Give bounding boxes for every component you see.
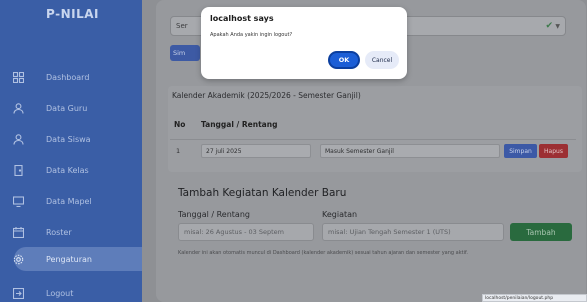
calendar-note: Kalender ini akan otomatis muncul di Das… (178, 250, 468, 256)
date-input[interactable]: misal: 26 Agustus - 03 Septem (178, 223, 314, 241)
dialog-title: localhost says (210, 14, 274, 23)
sidebar-item-logout[interactable]: Logout (0, 281, 142, 302)
add-event-button[interactable]: Tambah (510, 223, 572, 241)
row-save-button[interactable]: Simpan (504, 144, 537, 158)
activity-label: Kegiatan (322, 210, 358, 219)
monitor-icon (12, 195, 24, 207)
row-activity-input[interactable]: Masuk Semester Ganjil (320, 144, 500, 158)
sidebar-item-label: Pengaturan (46, 254, 92, 264)
sidebar: P-NILAI Dashboard Data Guru Data Siswa D… (0, 0, 142, 302)
calendar-icon (12, 226, 24, 238)
ok-button[interactable]: OK (328, 51, 360, 69)
save-settings-button[interactable]: Sim (170, 45, 200, 61)
chevron-down-icon: ▼ (555, 22, 560, 30)
user-icon (12, 102, 24, 114)
gear-icon (12, 253, 24, 265)
sidebar-item-pengaturan[interactable]: Pengaturan (12, 247, 142, 271)
row-delete-button[interactable]: Hapus (539, 144, 568, 158)
date-label: Tanggal / Rentang (178, 210, 250, 219)
dialog-message: Apakah Anda yakin ingin logout? (210, 32, 293, 38)
brand-logo: P-NILAI (46, 7, 99, 21)
sidebar-item-data-guru[interactable]: Data Guru (0, 96, 142, 120)
table-row: 1 27 juli 2025 Masuk Semester Ganjil Sim… (170, 139, 576, 161)
sidebar-item-label: Data Mapel (46, 196, 92, 206)
row-number: 1 (176, 147, 181, 155)
dashboard-icon (12, 71, 24, 83)
sidebar-item-dashboard[interactable]: Dashboard (0, 65, 142, 89)
sidebar-item-data-kelas[interactable]: Data Kelas (0, 158, 142, 182)
activity-input[interactable]: misal: Ujian Tengah Semester 1 (UTS) (322, 223, 504, 241)
confirm-dialog: localhost says Apakah Anda yakin ingin l… (201, 7, 407, 79)
check-icon: ✔ (545, 21, 553, 31)
row-date-input[interactable]: 27 juli 2025 (201, 144, 311, 158)
user-icon (12, 133, 24, 145)
sidebar-item-label: Dashboard (46, 72, 90, 82)
sidebar-item-roster[interactable]: Roster (0, 220, 142, 244)
door-icon (12, 164, 24, 176)
logout-icon (12, 287, 24, 299)
calendar-title: Kalender Akademik (2025/2026 - Semester … (172, 91, 361, 100)
calendar-panel: Kalender Akademik (2025/2026 - Semester … (168, 86, 582, 172)
sidebar-item-data-mapel[interactable]: Data Mapel (0, 189, 142, 213)
semester-select-value: Ser (176, 22, 188, 30)
sidebar-item-label: Data Kelas (46, 165, 89, 175)
sidebar-item-data-siswa[interactable]: Data Siswa (0, 127, 142, 151)
cancel-button[interactable]: Cancel (365, 51, 399, 69)
status-bar-url: localhost/penilaian/logout.php (482, 294, 587, 302)
add-event-title: Tambah Kegiatan Kalender Baru (178, 187, 347, 199)
sidebar-item-label: Logout (46, 288, 74, 298)
sidebar-item-label: Data Guru (46, 103, 88, 113)
column-header-tanggal: Tanggal / Rentang (201, 120, 278, 129)
sidebar-item-label: Roster (46, 227, 72, 237)
sidebar-item-label: Data Siswa (46, 134, 91, 144)
column-header-no: No (174, 120, 186, 129)
